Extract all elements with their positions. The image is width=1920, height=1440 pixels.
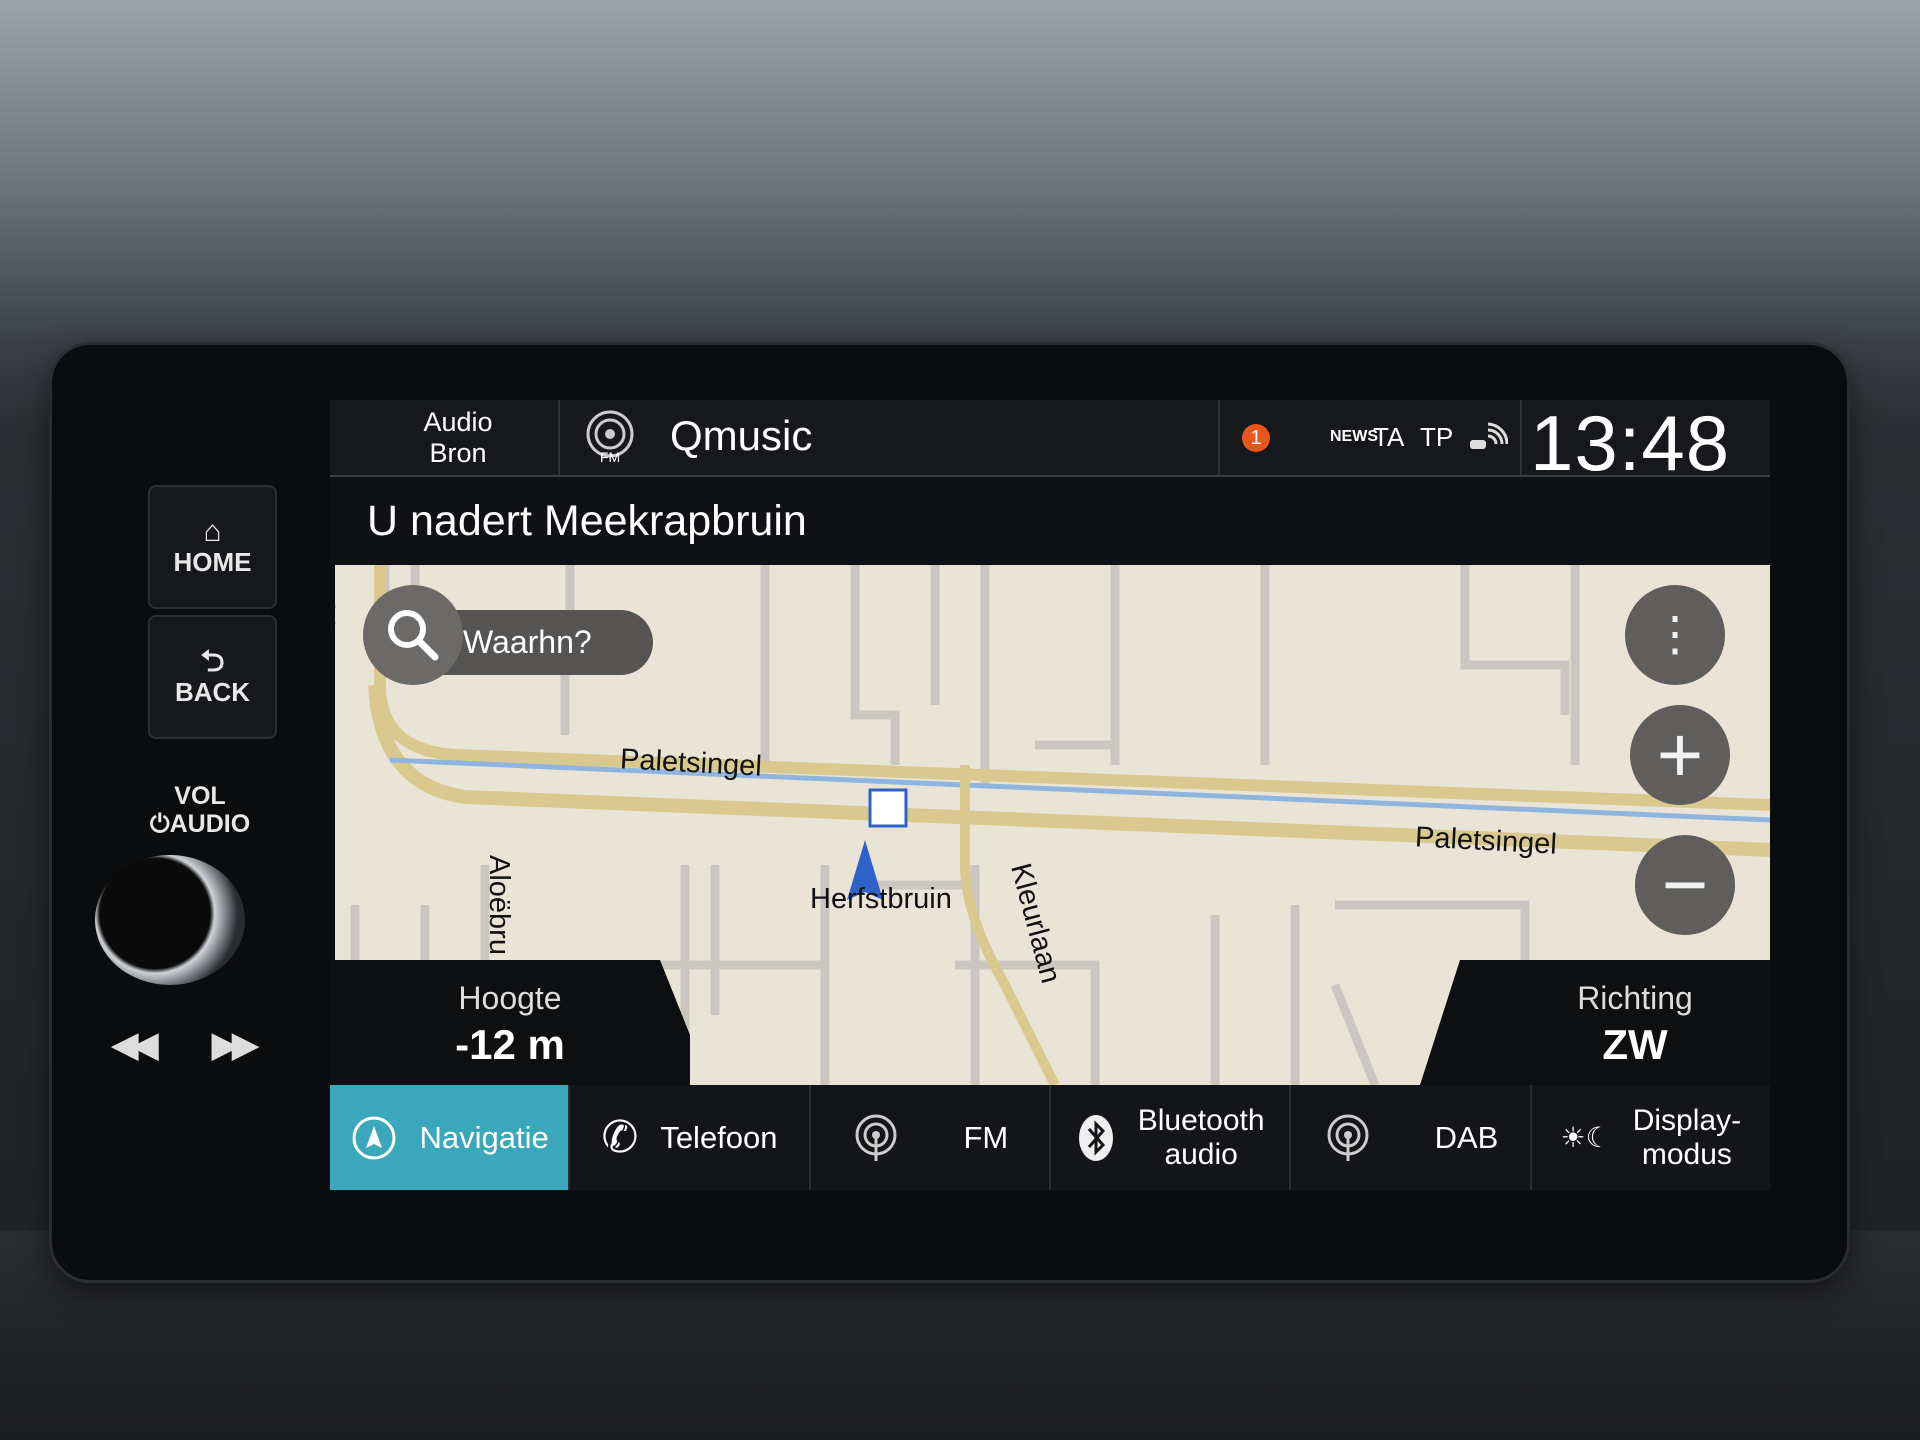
ta-indicator: TA [1373,422,1405,452]
display: Audio Bron FM Qmusic 1 NEWS TA TP 13:48 … [330,400,1770,1190]
tab-label-line2: audio [1164,1137,1238,1171]
day-night-icon: ☀☾ [1560,1122,1611,1153]
radio-icon [1327,1114,1369,1161]
back-arrow-icon: ⮌ [200,644,225,678]
more-vertical-icon: ⋮ [1651,608,1699,661]
volume-knob[interactable] [95,855,245,985]
search-icon [388,610,439,661]
more-options-button[interactable]: ⋮ [1625,585,1725,685]
tab-fm[interactable]: FM [811,1085,1051,1190]
connected-car-signal-icon [1470,422,1508,449]
audio-source-line1: Audio [423,406,493,437]
audio-text: AUDIO [169,810,251,838]
navigation-icon [352,1116,396,1159]
altitude-label: Hoogte [458,980,562,1016]
bottom-menu: Navigatie ✆ Telefoon FM Bluetooth audio D… [330,1085,1770,1190]
heading-label: Richting [1577,980,1693,1016]
minus-icon: − [1661,840,1709,929]
heading-value: ZW [1602,1021,1668,1068]
volume-label: VOL ⏻AUDIO [135,782,265,838]
tab-display-modus[interactable]: ☀☾ Display-modus [1532,1085,1770,1190]
zoom-in-button[interactable]: + [1630,705,1730,805]
back-label: BACK [174,676,251,707]
phone-icon: ✆ [601,1113,639,1162]
guidance-bar: U nadert Meekrapbruin [330,477,1770,565]
altitude-panel: Hoogte -12 m [330,960,690,1085]
bluetooth-icon [1078,1114,1113,1161]
station-name: Qmusic [670,412,813,459]
street-label: Herfstbruin [810,883,952,915]
clock: 13:48 [1530,400,1731,487]
tab-bluetooth-audio[interactable]: Bluetooth audio [1051,1085,1292,1190]
tab-navigatie[interactable]: Navigatie [330,1085,571,1190]
audio-source-button[interactable]: Audio Bron [358,400,560,475]
street-label: Blauw-r [335,565,342,655]
audio-source-line2: Bron [429,437,487,468]
home-button[interactable]: ⌂ HOME [148,485,277,609]
street-label: Aloëbru [483,855,515,955]
vol-text: VOL [174,782,226,810]
altitude-value: -12 m [455,1021,565,1068]
home-icon: ⌂ [203,514,222,548]
status-bar: Audio Bron FM Qmusic 1 NEWS TA TP 13:48 [330,400,1770,487]
tab-label: FM [963,1119,1009,1155]
tab-label-line1: Display- [1632,1103,1742,1137]
back-button[interactable]: ⮌ BACK [148,615,277,739]
skip-back-button[interactable]: ◀◀ [112,1025,158,1065]
power-icon: ⏻ [149,810,170,838]
tab-label: Navigatie [419,1119,549,1155]
guidance-instruction: U nadert Meekrapbruin [367,497,807,545]
notification-badge[interactable]: 1 [1242,424,1270,452]
news-indicator: NEWS [1330,428,1378,445]
radio-icon [855,1114,897,1161]
heading-panel: Richting ZW [1420,960,1770,1085]
tab-label: Telefoon [660,1119,778,1155]
plus-icon: + [1656,710,1704,799]
tab-dab[interactable]: DAB [1291,1085,1532,1190]
skip-forward-button[interactable]: ▶▶ [212,1025,258,1065]
tab-label-line1: Bluetooth [1137,1103,1265,1137]
fm-icon-text: FM [600,449,620,465]
radio-fm-icon: FM [586,410,634,465]
home-label: HOME [173,546,252,577]
search-destination-button[interactable]: Waarhn? [363,585,683,685]
tab-telefoon[interactable]: ✆ Telefoon [570,1085,811,1190]
honda-dealer-icon [868,788,908,828]
zoom-out-button[interactable]: − [1635,835,1735,935]
tab-label-line2: modus [1641,1137,1732,1171]
tab-label: DAB [1434,1119,1499,1155]
tp-indicator: TP [1420,422,1454,452]
